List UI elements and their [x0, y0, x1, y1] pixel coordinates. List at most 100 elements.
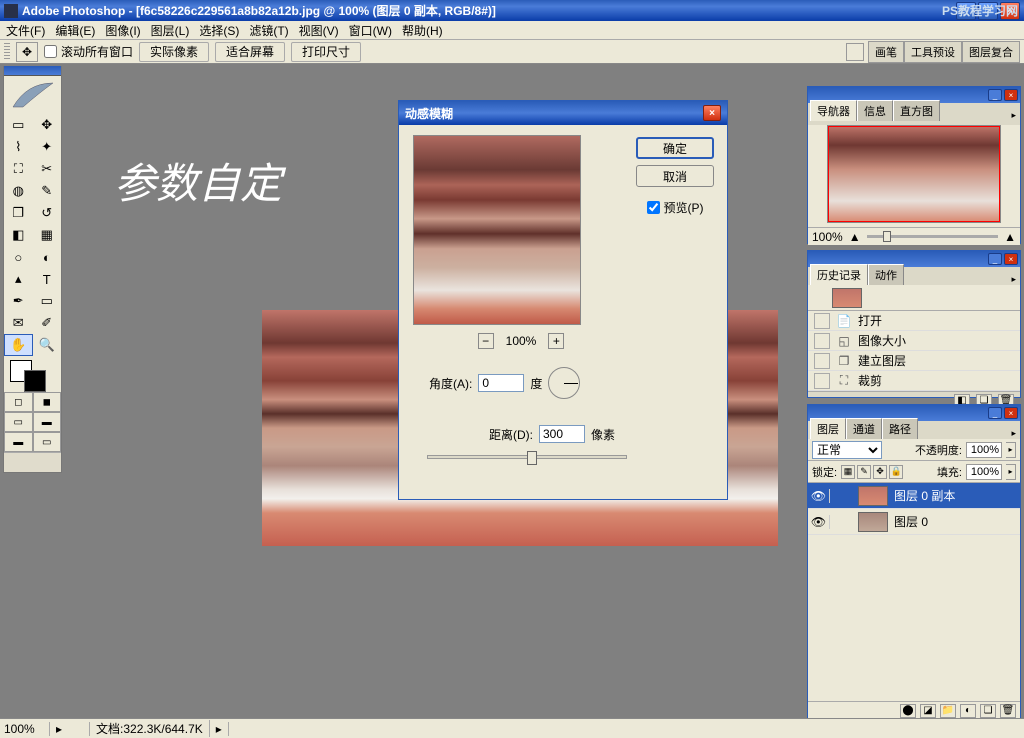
- scroll-all-checkbox[interactable]: 滚动所有窗口: [44, 43, 133, 60]
- lock-position-icon[interactable]: ✥: [873, 465, 887, 479]
- blend-mode-select[interactable]: 正常: [812, 441, 882, 459]
- tab-history[interactable]: 历史记录: [810, 264, 868, 285]
- zoom-in-button[interactable]: +: [548, 333, 564, 349]
- nav-zoom-in-icon[interactable]: ▲: [1004, 230, 1016, 244]
- menu-window[interactable]: 窗口(W): [349, 22, 392, 39]
- history-item[interactable]: ❐建立图层: [808, 351, 1020, 371]
- color-swatches[interactable]: [4, 356, 61, 392]
- angle-dial[interactable]: [548, 367, 580, 399]
- panel-menu-icon[interactable]: ▸: [1011, 274, 1016, 285]
- new-layer-icon[interactable]: ❏: [980, 704, 996, 718]
- panel-close[interactable]: ×: [1004, 89, 1018, 101]
- toolbox-titlebar[interactable]: [4, 66, 61, 76]
- panel-minimize[interactable]: _: [988, 407, 1002, 419]
- crop-tool[interactable]: ⛶: [4, 158, 33, 180]
- current-tool-icon[interactable]: ✥: [16, 42, 38, 62]
- panel-close[interactable]: ×: [1004, 407, 1018, 419]
- angle-input[interactable]: [478, 374, 524, 392]
- adjustment-layer-icon[interactable]: ◐: [960, 704, 976, 718]
- menu-help[interactable]: 帮助(H): [402, 22, 443, 39]
- lock-all-icon[interactable]: 🔒: [889, 465, 903, 479]
- menu-filter[interactable]: 滤镜(T): [249, 22, 288, 39]
- lock-transparent-icon[interactable]: ▦: [841, 465, 855, 479]
- new-set-icon[interactable]: 📁: [940, 704, 956, 718]
- print-size-button[interactable]: 打印尺寸: [291, 42, 361, 62]
- clone-stamp-tool[interactable]: ❐: [4, 202, 33, 224]
- magic-wand-tool[interactable]: ✦: [33, 136, 62, 158]
- zoom-out-button[interactable]: −: [478, 333, 494, 349]
- dock-brush-tab[interactable]: 画笔: [868, 41, 904, 63]
- tab-info[interactable]: 信息: [857, 100, 893, 121]
- lock-pixels-icon[interactable]: ✎: [857, 465, 871, 479]
- nav-zoom-out-icon[interactable]: ▲: [849, 230, 861, 244]
- tab-paths[interactable]: 路径: [882, 418, 918, 439]
- fill-dropdown[interactable]: ▸: [1006, 464, 1016, 480]
- dodge-tool[interactable]: ◐: [33, 246, 62, 268]
- dock-layer-comp-tab[interactable]: 图层复合: [962, 41, 1020, 63]
- menu-edit[interactable]: 编辑(E): [55, 22, 95, 39]
- layer-row[interactable]: 👁 图层 0 副本: [808, 483, 1020, 509]
- fit-screen-button[interactable]: 适合屏幕: [215, 42, 285, 62]
- panel-menu-icon[interactable]: ▸: [1011, 110, 1016, 121]
- distance-input[interactable]: [539, 425, 585, 443]
- move-tool[interactable]: ✥: [33, 114, 62, 136]
- menu-select[interactable]: 选择(S): [199, 22, 239, 39]
- zoom-tool[interactable]: 🔍: [33, 334, 62, 356]
- menu-file[interactable]: 文件(F): [6, 22, 45, 39]
- drag-handle[interactable]: [4, 43, 10, 61]
- notes-tool[interactable]: ✉: [4, 312, 33, 334]
- background-color[interactable]: [24, 370, 46, 392]
- nav-slider-thumb[interactable]: [883, 231, 891, 242]
- nav-zoom[interactable]: 100%: [812, 230, 843, 244]
- layer-row[interactable]: 👁 图层 0: [808, 509, 1020, 535]
- menu-image[interactable]: 图像(I): [105, 22, 140, 39]
- navigator-thumbnail[interactable]: [827, 125, 1001, 223]
- type-tool[interactable]: T: [33, 268, 62, 290]
- quickmask-mode[interactable]: ◼: [33, 392, 62, 412]
- preview-checkbox[interactable]: 预览(P): [647, 199, 704, 216]
- tab-navigator[interactable]: 导航器: [810, 100, 857, 121]
- tab-layers[interactable]: 图层: [810, 418, 846, 439]
- pen-tool[interactable]: ✒: [4, 290, 33, 312]
- fill-value[interactable]: 100%: [966, 464, 1002, 480]
- dialog-close-button[interactable]: ×: [703, 105, 721, 121]
- brush-tool[interactable]: ✎: [33, 180, 62, 202]
- status-doc-size[interactable]: 文档:322.3K/644.7K: [90, 720, 210, 737]
- ok-button[interactable]: 确定: [636, 137, 714, 159]
- screen-mode-4[interactable]: ▭: [33, 432, 62, 452]
- status-scratch[interactable]: ▸: [50, 722, 90, 736]
- dock-tool-preset-tab[interactable]: 工具预设: [904, 41, 962, 63]
- status-zoom[interactable]: 100%: [0, 722, 50, 736]
- history-brush-tool[interactable]: ↺: [33, 202, 62, 224]
- cancel-button[interactable]: 取消: [636, 165, 714, 187]
- distance-slider[interactable]: [427, 455, 627, 459]
- menu-view[interactable]: 视图(V): [299, 22, 339, 39]
- visibility-icon[interactable]: 👁: [808, 489, 830, 503]
- screen-mode-1[interactable]: ▭: [4, 412, 33, 432]
- dialog-titlebar[interactable]: 动感模糊 ×: [399, 101, 727, 125]
- filter-preview[interactable]: [413, 135, 581, 325]
- gradient-tool[interactable]: ▦: [33, 224, 62, 246]
- slice-tool[interactable]: ✂: [33, 158, 62, 180]
- healing-brush-tool[interactable]: ◍: [4, 180, 33, 202]
- opacity-value[interactable]: 100%: [966, 442, 1002, 458]
- status-menu-arrow[interactable]: ▸: [210, 722, 229, 736]
- visibility-icon[interactable]: 👁: [808, 515, 830, 529]
- actual-pixels-button[interactable]: 实际像素: [139, 42, 209, 62]
- history-item[interactable]: ◱图像大小: [808, 331, 1020, 351]
- menu-layer[interactable]: 图层(L): [151, 22, 190, 39]
- tab-actions[interactable]: 动作: [868, 264, 904, 285]
- panel-minimize[interactable]: _: [988, 89, 1002, 101]
- tab-histogram[interactable]: 直方图: [893, 100, 940, 121]
- shape-tool[interactable]: ▭: [33, 290, 62, 312]
- screen-mode-3[interactable]: ▬: [4, 432, 33, 452]
- standard-mode[interactable]: ◻: [4, 392, 33, 412]
- opacity-dropdown[interactable]: ▸: [1006, 442, 1016, 458]
- slider-thumb[interactable]: [527, 451, 537, 465]
- layer-mask-icon[interactable]: ◪: [920, 704, 936, 718]
- eraser-tool[interactable]: ◧: [4, 224, 33, 246]
- screen-mode-2[interactable]: ▬: [33, 412, 62, 432]
- panel-menu-icon[interactable]: ▸: [1011, 428, 1016, 439]
- history-item[interactable]: 📄打开: [808, 311, 1020, 331]
- lasso-tool[interactable]: ⌇: [4, 136, 33, 158]
